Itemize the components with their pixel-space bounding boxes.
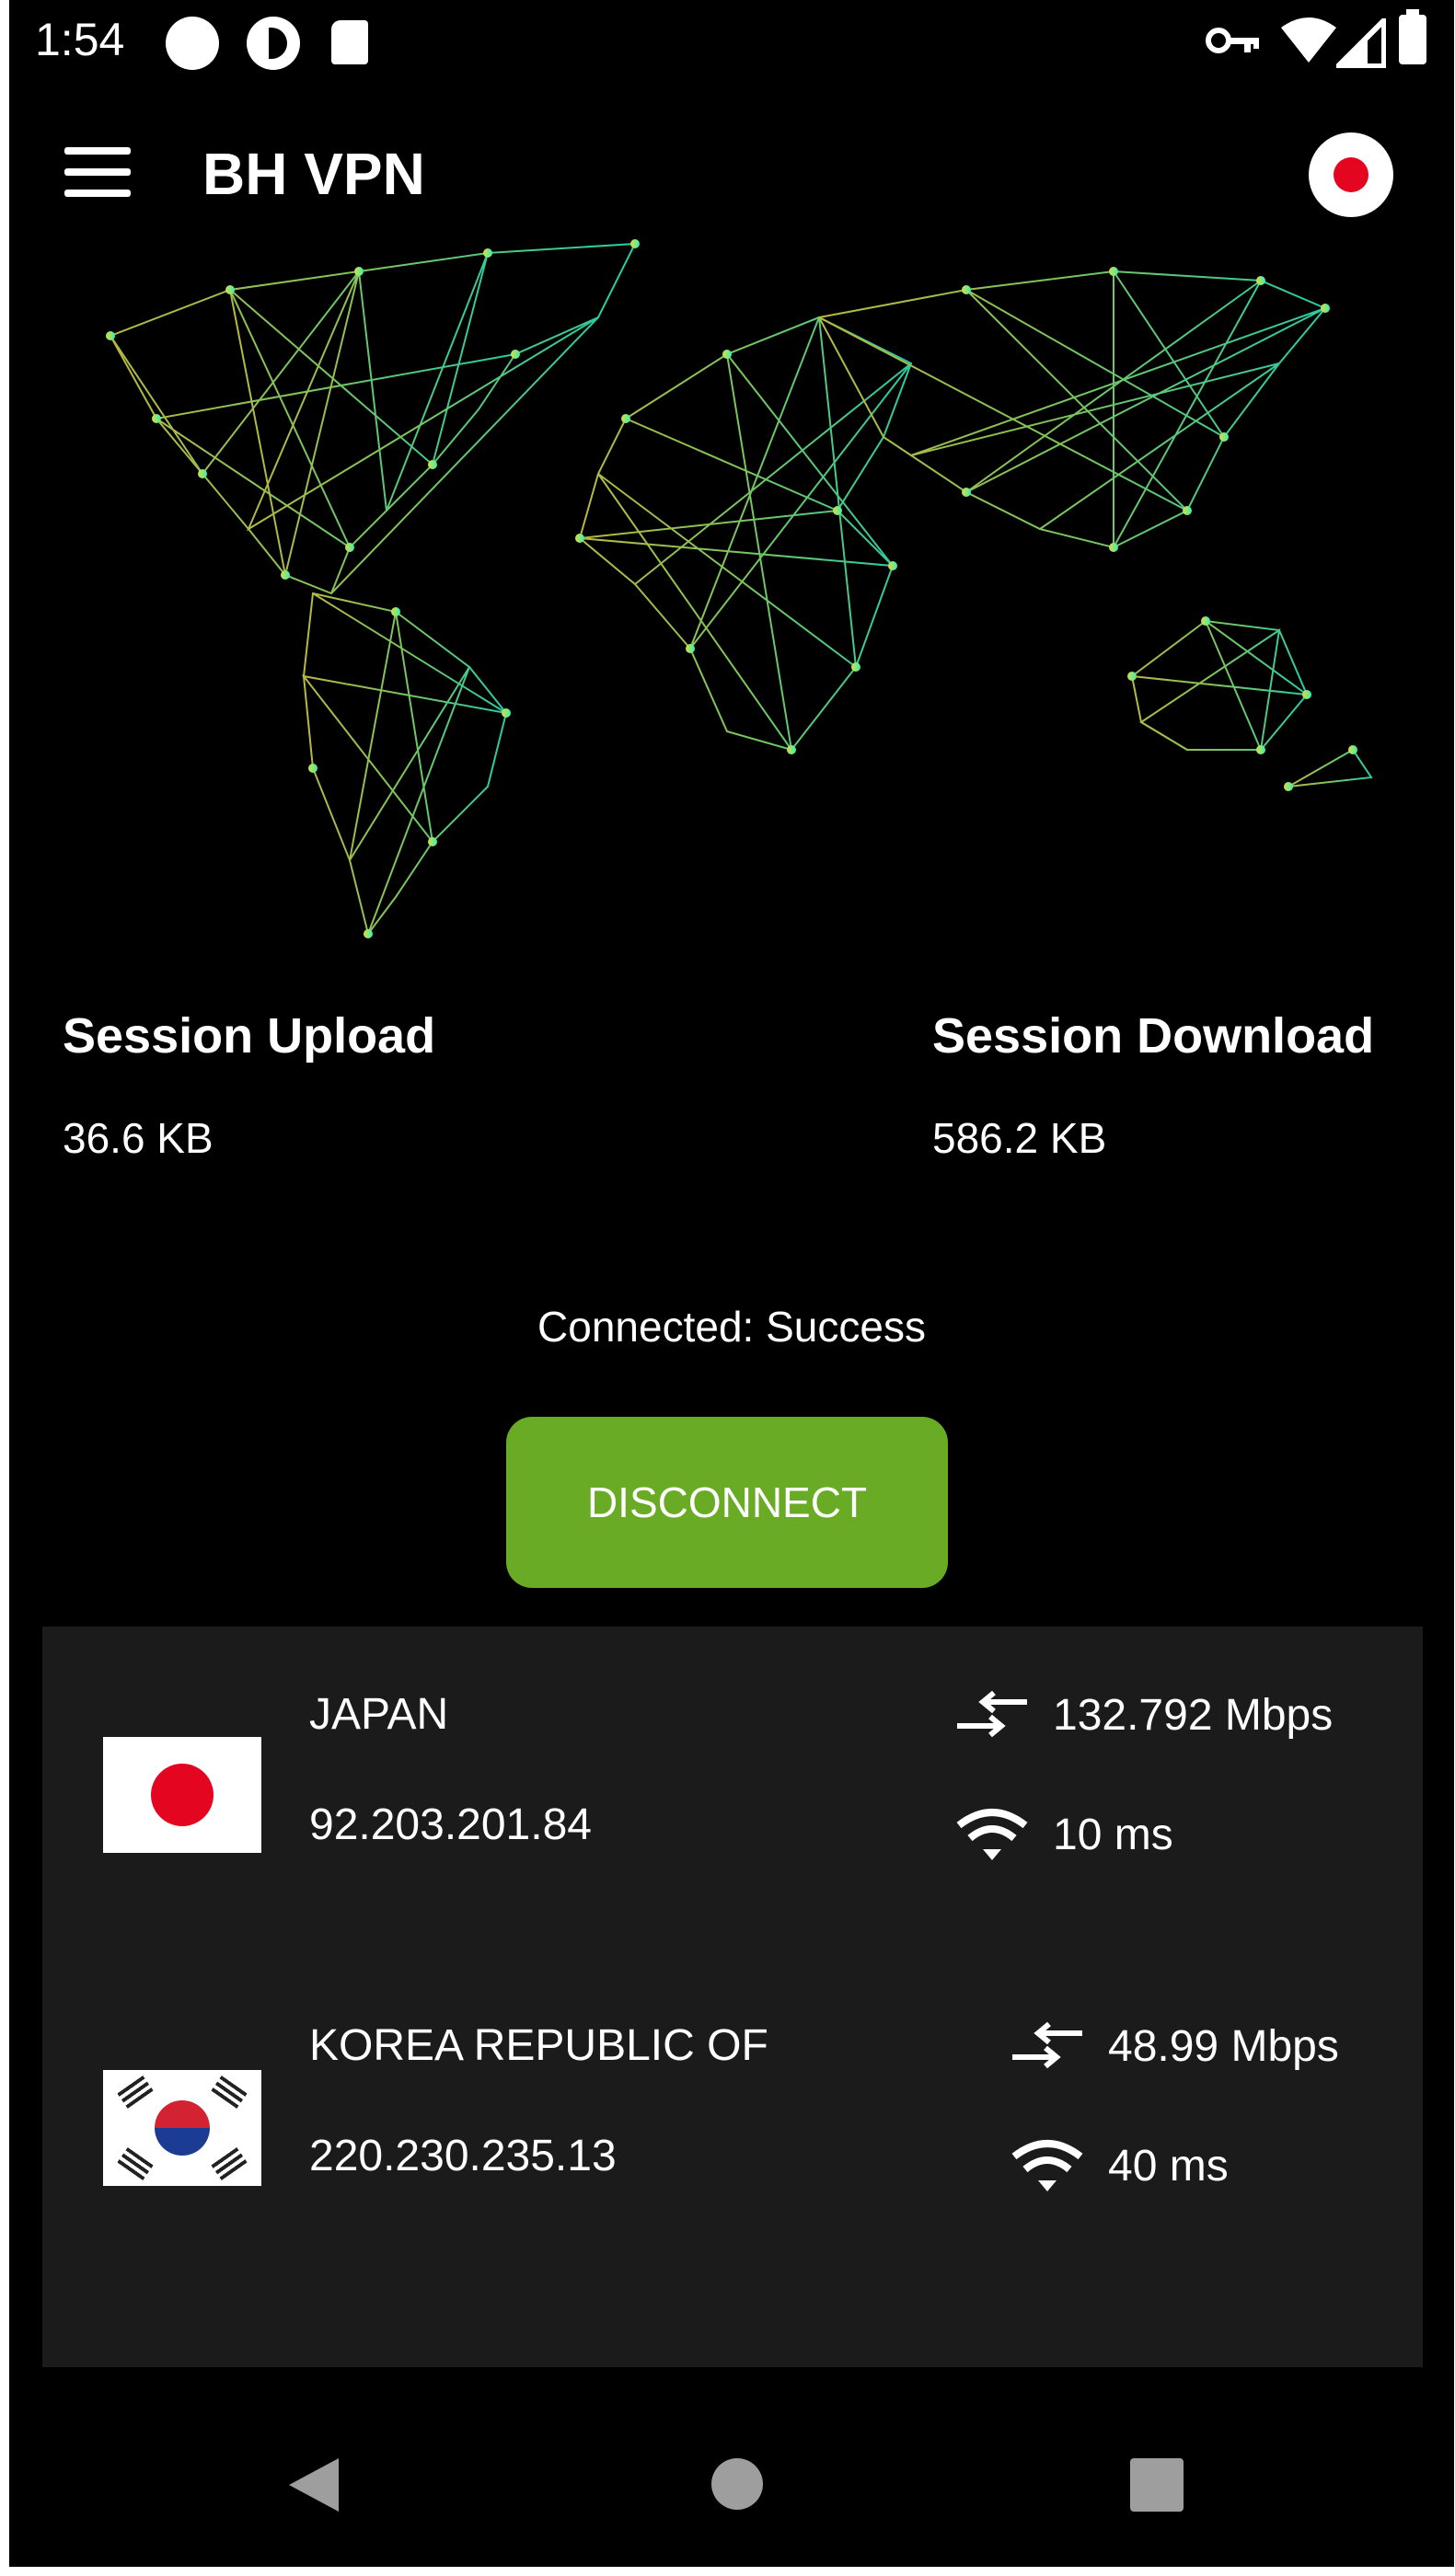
connection-status: Connected: Success	[537, 1303, 926, 1351]
session-upload-label: Session Upload	[63, 1008, 436, 1064]
dot-icon	[166, 17, 219, 70]
home-icon[interactable]	[711, 2458, 763, 2510]
server-ip: 220.230.235.13	[309, 2132, 617, 2180]
session-download-label: Session Download	[932, 1008, 1375, 1064]
server-country: KOREA REPUBLIC OF	[309, 2021, 768, 2070]
data-saver-icon	[247, 17, 300, 70]
ping-wifi-icon	[1011, 2140, 1083, 2191]
navigation-bar	[9, 2392, 1454, 2567]
status-bar: 1:54	[9, 0, 1454, 83]
app-screen: 1:54 BH VPN Session Upload 36.6 KB Sessi…	[9, 0, 1454, 2567]
server-ping-value: 10 ms	[1053, 1810, 1173, 1859]
vpn-key-icon	[1206, 28, 1259, 53]
server-list-item[interactable]: KOREA REPUBLIC OF 220.230.235.13 48.99 M…	[42, 1958, 1423, 2289]
disconnect-button[interactable]: DISCONNECT	[506, 1417, 948, 1588]
transfer-arrows-icon	[957, 1690, 1027, 1738]
server-country: JAPAN	[309, 1690, 449, 1739]
server-list-item[interactable]: JAPAN 92.203.201.84 132.792 Mbps 10 ms	[42, 1627, 1423, 1958]
signal-icon	[1336, 18, 1386, 68]
japan-flag-icon	[103, 1737, 261, 1853]
wifi-icon	[1281, 17, 1336, 63]
server-list[interactable]: JAPAN 92.203.201.84 132.792 Mbps 10 ms K…	[42, 1627, 1423, 2367]
hamburger-menu-icon[interactable]	[64, 147, 138, 202]
sd-card-icon	[331, 20, 368, 64]
status-time: 1:54	[35, 14, 125, 65]
server-speed-value: 132.792 Mbps	[1053, 1690, 1334, 1740]
server-speed: 48.99 Mbps	[1010, 2020, 1339, 2072]
south-korea-flag-icon	[103, 2070, 261, 2186]
server-ip: 92.203.201.84	[309, 1800, 592, 1849]
session-upload-value: 36.6 KB	[63, 1114, 214, 1162]
back-icon[interactable]	[285, 2456, 342, 2513]
server-speed-value: 48.99 Mbps	[1108, 2021, 1339, 2071]
app-toolbar: BH VPN	[9, 101, 1454, 239]
session-download-value: 586.2 KB	[932, 1114, 1107, 1162]
recents-icon[interactable]	[1130, 2458, 1184, 2512]
battery-icon	[1399, 9, 1426, 64]
ping-wifi-icon	[956, 1809, 1028, 1860]
server-ping-value: 40 ms	[1108, 2141, 1229, 2191]
server-ping: 40 ms	[1010, 2138, 1229, 2193]
transfer-arrows-icon	[1012, 2021, 1082, 2069]
world-network-map	[106, 239, 1373, 938]
server-ping: 10 ms	[955, 1807, 1173, 1862]
app-title: BH VPN	[202, 141, 425, 207]
japan-flag-icon[interactable]	[1309, 132, 1393, 217]
server-speed: 132.792 Mbps	[955, 1689, 1333, 1741]
